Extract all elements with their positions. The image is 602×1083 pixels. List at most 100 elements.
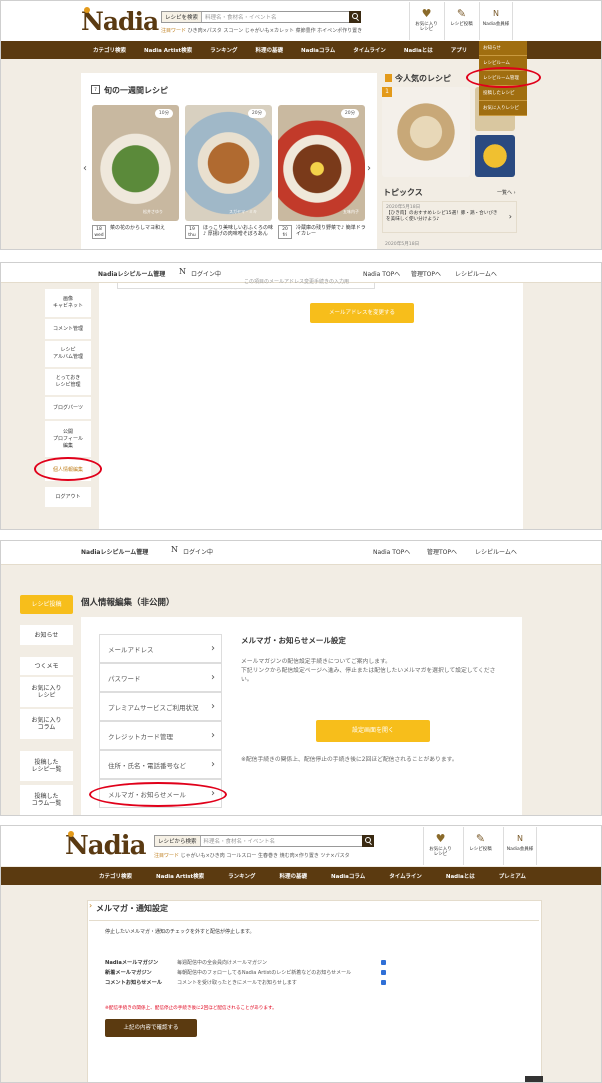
login-status: ログイン中	[183, 549, 214, 556]
search-bar[interactable]: レシピを検索 料理名・食材名・イベント名	[161, 11, 361, 23]
dropdown-item[interactable]: 投稿したレシピ	[479, 86, 527, 101]
keyword-link[interactable]: ホイペンポ作り置き	[317, 28, 362, 34]
sidebar-item-fav-columns[interactable]: お気に入り コラム	[20, 709, 73, 739]
prev-arrow-icon[interactable]: ‹	[83, 163, 87, 174]
menu-credit-card[interactable]: クレジットカード管理	[99, 721, 222, 750]
change-email-button[interactable]: メールアドレスを変更する	[310, 303, 414, 323]
nav-item[interactable]: Nadiaとは	[404, 46, 433, 54]
nav-item[interactable]: Nadiaコラム	[301, 46, 335, 54]
popular-recipe-image[interactable]	[382, 87, 470, 177]
keyword-link[interactable]: 菜節豊作	[296, 28, 316, 34]
sidebar-item-album[interactable]: レシピ アルバム管理	[45, 341, 91, 367]
confirm-button[interactable]: 上記の内容で確認する	[105, 1019, 197, 1037]
fav-recipes-button[interactable]: ♥ お気に入り レシピ	[423, 827, 457, 865]
post-recipe-button[interactable]: ✎ レシピ投稿	[463, 827, 497, 865]
highlight-ring	[466, 67, 541, 88]
sidebar-item-fav-recipes[interactable]: お気に入り レシピ	[20, 677, 73, 707]
topic-item[interactable]: 2020年5月18日 【ひき肉】のおすすめレシピ15選！豚・鶏・合いびきを美味し…	[382, 201, 517, 233]
keyword-list: 注目ワード ひき肉×パスタ スコーン じゃがいも×カレット 菜節豊作 ホイペンポ…	[161, 27, 362, 34]
nadia-logo[interactable]: Nadia	[81, 7, 159, 36]
sidebar-item-image-cabinet[interactable]: 画像 キャビネット	[45, 289, 91, 317]
nav-item[interactable]: タイムライン	[389, 872, 422, 880]
keyword-link[interactable]: じゃがいも×ひき肉	[181, 853, 225, 859]
menu-premium[interactable]: プレミアムサービスご利用状況	[99, 692, 222, 721]
menu-password[interactable]: パスワード	[99, 663, 222, 692]
post-recipe-button[interactable]: ✎ レシピ投稿	[444, 2, 478, 40]
sidebar-item-posted-recipes[interactable]: 投稿した レシピ一覧	[20, 751, 73, 781]
admin-top-link[interactable]: 管理TOPへ	[427, 547, 457, 556]
fav-recipes-button[interactable]: ♥ お気に入り レシピ	[409, 2, 443, 40]
keyword-link[interactable]: 焼む肉×作り置き	[280, 853, 319, 859]
sidebar-item-profile[interactable]: 公開 プロフィール 編集	[45, 421, 91, 457]
menu-email[interactable]: メールアドレス	[99, 634, 222, 663]
search-select[interactable]: レシピから検索	[155, 836, 201, 846]
next-arrow-icon[interactable]: ›	[367, 163, 371, 174]
topics-more-link[interactable]: 一覧へ ›	[497, 189, 516, 196]
sidebar-item-special[interactable]: とっておき レシピ管理	[45, 369, 91, 395]
recipe-room-link[interactable]: レシピルームへ	[475, 547, 517, 556]
keyword-link[interactable]: スコーン	[223, 28, 243, 34]
nav-item[interactable]: 料理の基礎	[256, 46, 284, 54]
keyword-link[interactable]: じゃがいも×カレット	[245, 28, 294, 34]
admin-top-link[interactable]: 管理TOPへ	[411, 269, 441, 278]
recipe-room-link[interactable]: レシピルームへ	[455, 269, 497, 278]
member-menu-button[interactable]: N Nadia会員様	[503, 827, 537, 865]
search-icon[interactable]	[349, 11, 361, 23]
author-name[interactable]: スガヤマ・ミキ	[229, 209, 257, 215]
chevron-right-icon: ›	[508, 212, 512, 221]
sidebar-item-post-recipe[interactable]: レシピ投稿	[20, 595, 73, 614]
search-bar[interactable]: レシピから検索 料理名・食材名・イベント名	[154, 835, 374, 847]
nadia-top-link[interactable]: Nadia TOPへ	[373, 547, 410, 556]
nadia-top-link[interactable]: Nadia TOPへ	[363, 269, 400, 278]
nav-item[interactable]: カテゴリ検索	[93, 46, 126, 54]
sidebar-item-tsukumemo[interactable]: つくメモ	[20, 657, 73, 675]
sidebar-item-posted-columns[interactable]: 投稿した コラム一覧	[20, 785, 73, 815]
recipe-title[interactable]: 冷蔵庫の残り野菜で♪ 簡単ドライカレー	[296, 225, 366, 237]
recipe-image[interactable]	[92, 105, 179, 221]
nav-item[interactable]: タイムライン	[353, 46, 386, 54]
recipe-image[interactable]	[278, 105, 365, 221]
nav-item[interactable]: アプリ	[451, 46, 468, 54]
newsletter-checkbox[interactable]	[381, 960, 386, 965]
nav-item[interactable]: Nadiaとは	[446, 872, 475, 880]
comment-notice-checkbox[interactable]	[381, 980, 386, 985]
nav-item[interactable]: Nadia Artist検索	[144, 46, 192, 54]
author-name[interactable]: 松井さゆり	[143, 209, 163, 215]
keyword-link[interactable]: ツナ×パスタ	[320, 853, 349, 859]
nav-item[interactable]: カテゴリ検索	[99, 872, 132, 880]
search-icon[interactable]	[362, 835, 374, 847]
recipe-title[interactable]: 菜の花のからしマヨ和え	[110, 225, 180, 231]
menu-address[interactable]: 住所・氏名・電話番号など	[99, 750, 222, 779]
nav-item[interactable]: Nadiaコラム	[331, 872, 365, 880]
open-settings-button[interactable]: 設定画面を開く	[316, 720, 430, 742]
search-select[interactable]: レシピを検索	[162, 12, 203, 22]
nav-item[interactable]: ランキング	[210, 46, 237, 54]
popular-recipe-image[interactable]	[475, 135, 515, 177]
nav-item[interactable]: Nadia Artist検索	[156, 872, 204, 880]
search-input[interactable]: 料理名・食材名・イベント名	[201, 837, 362, 845]
keyword-label: 注目ワード	[154, 853, 180, 859]
recipe-image[interactable]	[185, 105, 272, 221]
sidebar-item-logout[interactable]: ログアウト	[45, 487, 91, 507]
new-arrivals-checkbox[interactable]	[381, 970, 386, 975]
dropdown-item[interactable]: お気に入りレシピ	[479, 101, 527, 116]
author-name[interactable]: 五味内子	[343, 209, 359, 215]
time-badge: 10分	[155, 109, 173, 118]
nav-item[interactable]: プレミアム	[499, 872, 526, 880]
sidebar-item-news[interactable]: お知らせ	[20, 625, 73, 645]
member-menu-button[interactable]: N Nadia会員様	[479, 2, 513, 40]
nav-item[interactable]: ランキング	[228, 872, 255, 880]
keyword-link[interactable]: 生春巻き	[258, 853, 278, 859]
recipe-title[interactable]: ほっこり美味しいおふくろの味♪ 厚揚げの肉味噌そぼろあん	[203, 225, 273, 237]
dropdown-item[interactable]: お知らせ	[479, 41, 527, 56]
logo-text: Nadia	[81, 7, 159, 36]
search-input[interactable]: 料理名・食材名・イベント名	[202, 13, 349, 21]
row-desc: コメントを受け取ったときにメールでお知らせします	[177, 980, 297, 986]
scroll-top-icon[interactable]	[525, 1076, 543, 1082]
sidebar-item-comments[interactable]: コメント管理	[45, 319, 91, 339]
keyword-link[interactable]: コールスロー	[226, 853, 256, 859]
keyword-link[interactable]: ひき肉×パスタ	[188, 28, 222, 34]
nav-item[interactable]: 料理の基礎	[280, 872, 308, 880]
sidebar-item-blog-parts[interactable]: ブログパーツ	[45, 397, 91, 419]
nadia-logo[interactable]: Nadia	[65, 831, 147, 861]
